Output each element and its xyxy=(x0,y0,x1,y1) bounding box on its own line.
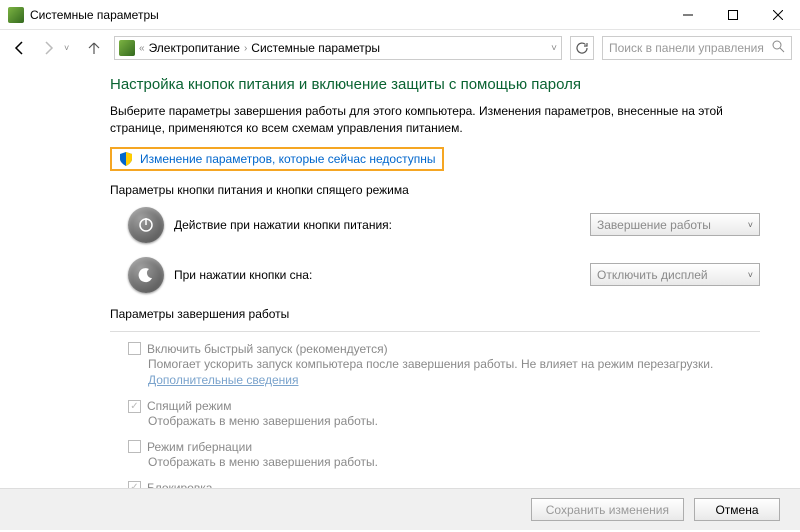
power-button-dropdown[interactable]: Завершение работы ˅ xyxy=(590,213,760,236)
sleep-button-label: При нажатии кнопки сна: xyxy=(174,268,580,282)
chevron-down-icon: ˅ xyxy=(748,220,753,230)
nav-back-button[interactable] xyxy=(8,36,32,60)
footer: Сохранить изменения Отмена xyxy=(0,488,800,530)
nav-forward-button[interactable] xyxy=(36,36,60,60)
chevron-right-icon: « xyxy=(139,43,145,54)
option-description: Помогает ускорить запуск компьютера посл… xyxy=(148,357,713,371)
hibernate-option: Режим гибернации Отображать в меню завер… xyxy=(128,440,760,471)
chevron-down-icon: ˅ xyxy=(748,270,753,280)
window-controls xyxy=(665,0,800,29)
search-icon xyxy=(772,40,785,56)
dropdown-value: Завершение работы xyxy=(597,218,711,232)
unlock-link-text: Изменение параметров, которые сейчас нед… xyxy=(140,152,436,166)
unlock-settings-link[interactable]: Изменение параметров, которые сейчас нед… xyxy=(110,147,444,171)
nav-up-button[interactable] xyxy=(82,36,106,60)
app-icon xyxy=(8,7,24,23)
hibernate-checkbox[interactable] xyxy=(128,440,141,453)
page-description: Выберите параметры завершения работы для… xyxy=(110,103,760,137)
cancel-button[interactable]: Отмена xyxy=(694,498,780,521)
content-area: Настройка кнопок питания и включение защ… xyxy=(0,66,800,532)
refresh-button[interactable] xyxy=(570,36,594,60)
fast-startup-checkbox[interactable] xyxy=(128,342,141,355)
fast-startup-option: Включить быстрый запуск (рекомендуется) … xyxy=(128,342,760,390)
more-info-link[interactable]: Дополнительные сведения xyxy=(148,373,298,387)
option-label: Включить быстрый запуск (рекомендуется) xyxy=(147,342,388,356)
titlebar: Системные параметры xyxy=(0,0,800,30)
address-dropdown-icon[interactable]: ˅ xyxy=(551,43,557,54)
option-description: Отображать в меню завершения работы. xyxy=(148,454,760,471)
dropdown-value: Отключить дисплей xyxy=(597,268,708,282)
close-button[interactable] xyxy=(755,0,800,30)
sleep-icon xyxy=(128,257,164,293)
separator xyxy=(110,331,760,332)
search-placeholder: Поиск в панели управления xyxy=(609,41,764,55)
maximize-button[interactable] xyxy=(710,0,755,30)
power-button-row: Действие при нажатии кнопки питания: Зав… xyxy=(128,207,760,243)
search-input[interactable]: Поиск в панели управления xyxy=(602,36,792,60)
sleep-button-dropdown[interactable]: Отключить дисплей ˅ xyxy=(590,263,760,286)
save-button[interactable]: Сохранить изменения xyxy=(531,498,684,521)
option-label: Спящий режим xyxy=(147,399,231,413)
address-icon xyxy=(119,40,135,56)
power-icon xyxy=(128,207,164,243)
sleep-button-row: При нажатии кнопки сна: Отключить диспле… xyxy=(128,257,760,293)
option-description: Отображать в меню завершения работы. xyxy=(148,413,760,430)
chevron-right-icon: › xyxy=(244,43,247,54)
minimize-button[interactable] xyxy=(665,0,710,30)
nav-history-dropdown[interactable]: ˅ xyxy=(64,43,78,53)
section-label: Параметры завершения работы xyxy=(110,307,760,321)
breadcrumb-item[interactable]: Системные параметры xyxy=(251,41,380,55)
shield-icon xyxy=(118,151,134,167)
breadcrumb-item[interactable]: Электропитание xyxy=(149,41,240,55)
page-heading: Настройка кнопок питания и включение защ… xyxy=(110,76,760,93)
sleep-checkbox[interactable]: ✓ xyxy=(128,400,141,413)
address-bar[interactable]: « Электропитание › Системные параметры ˅ xyxy=(114,36,562,60)
section-label: Параметры кнопки питания и кнопки спящег… xyxy=(110,183,760,197)
sleep-option: ✓ Спящий режим Отображать в меню заверше… xyxy=(128,399,760,430)
window-title: Системные параметры xyxy=(30,8,665,22)
navbar: ˅ « Электропитание › Системные параметры… xyxy=(0,30,800,66)
option-label: Режим гибернации xyxy=(147,440,252,454)
power-button-label: Действие при нажатии кнопки питания: xyxy=(174,218,580,232)
